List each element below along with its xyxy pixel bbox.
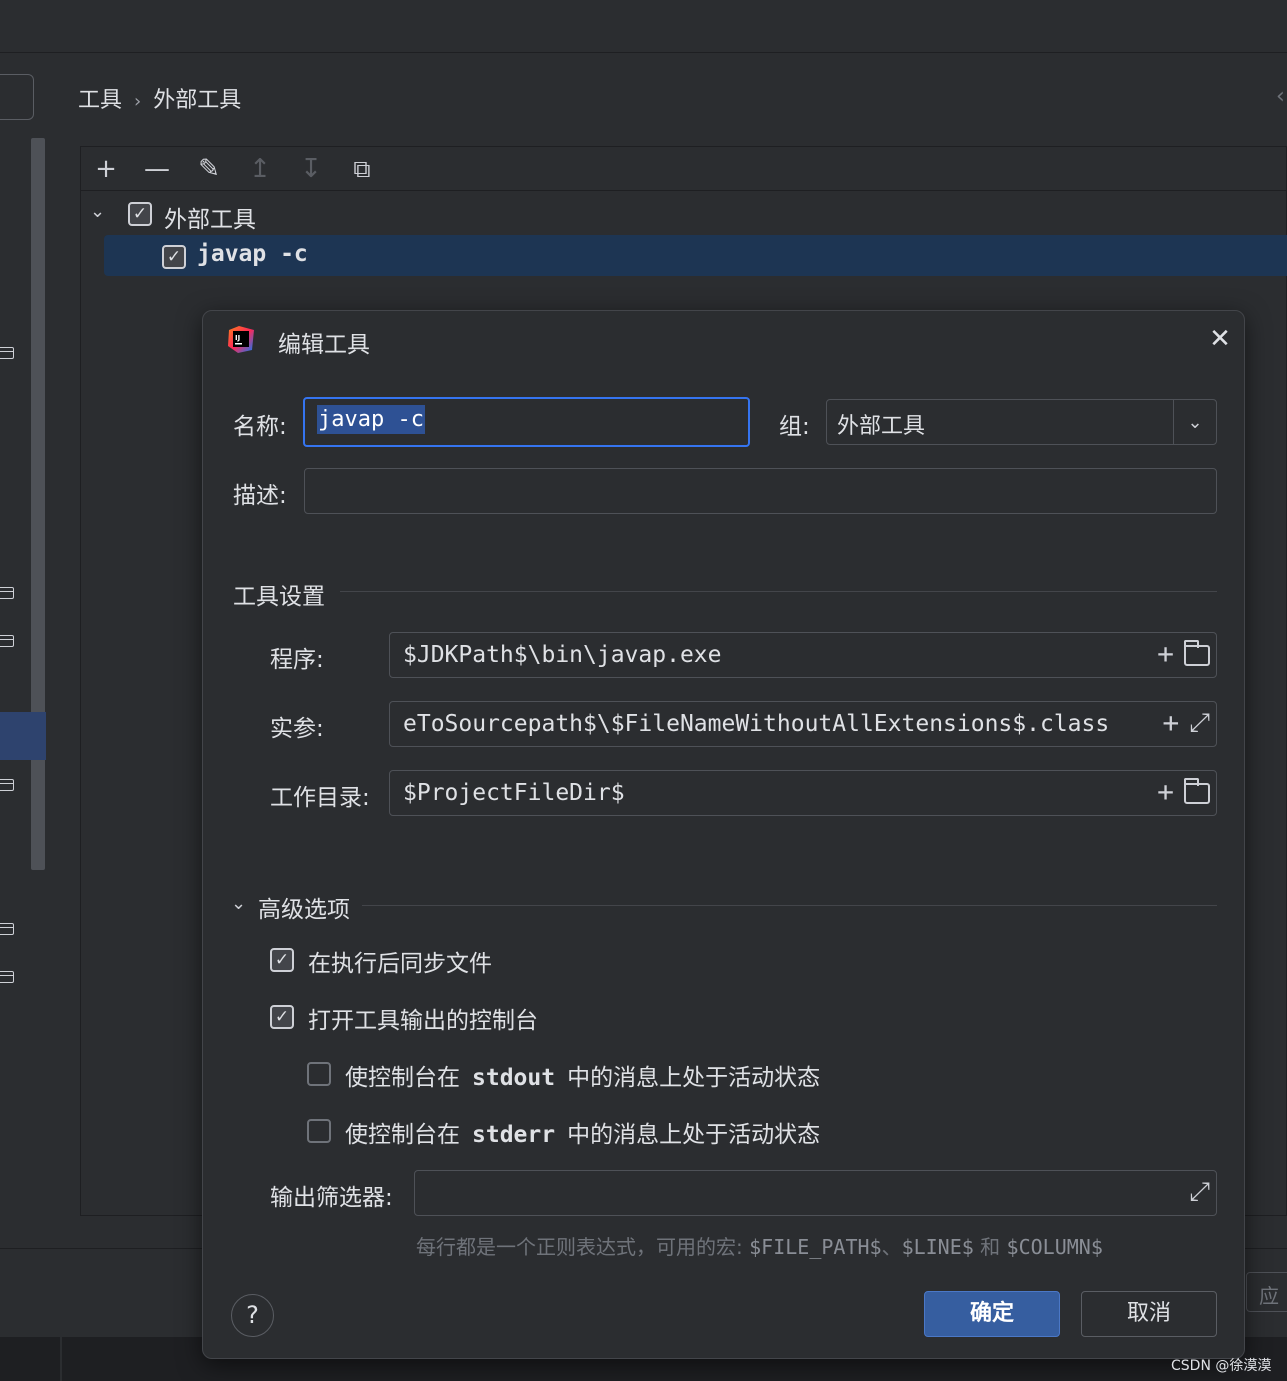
working-dir-field[interactable]: $ProjectFileDir$ + xyxy=(389,770,1217,816)
group-select[interactable]: 外部工具 ⌄ xyxy=(826,399,1217,445)
browse-folder-icon[interactable] xyxy=(1184,640,1210,666)
group-select-value: 外部工具 xyxy=(837,414,926,439)
sidebar-item-icon xyxy=(0,971,14,983)
breadcrumb-current: 外部工具 xyxy=(153,88,242,113)
chevron-down-icon[interactable]: ⌄ xyxy=(1173,400,1216,444)
output-filter-hint: 每行都是一个正则表达式，可用的宏: $FILE_PATH$、$LINE$ 和 $… xyxy=(416,1231,1103,1260)
browse-folder-icon[interactable] xyxy=(1184,778,1210,804)
section-divider xyxy=(362,905,1217,906)
edit-pencil-icon[interactable]: ✎ xyxy=(192,153,226,185)
stdout-suffix: 中的消息上处于活动状态 xyxy=(567,1065,821,1091)
program-field-actions: + xyxy=(1149,639,1210,669)
hint-prefix: 每行都是一个正则表达式，可用的宏: xyxy=(416,1235,743,1259)
sync-files-label[interactable]: 在执行后同步文件 xyxy=(308,944,492,978)
working-dir-value: $ProjectFileDir$ xyxy=(403,780,625,806)
arguments-label: 实参: xyxy=(270,716,324,742)
breadcrumb-separator-icon: › xyxy=(134,91,142,112)
back-arrow-icon[interactable]: ‹ xyxy=(1276,84,1285,109)
sidebar-item-selected[interactable] xyxy=(0,712,46,760)
arguments-value: eToSourcepath$\$FileNameWithoutAllExtens… xyxy=(403,711,1110,737)
expand-icon[interactable]: ⤢ xyxy=(1189,1177,1210,1207)
watermark: CSDN @徐漠漠 xyxy=(1171,1358,1272,1374)
description-field[interactable] xyxy=(304,468,1217,514)
sidebar-item-icon xyxy=(0,587,14,599)
insert-macro-icon[interactable]: + xyxy=(1162,708,1179,738)
move-down-icon[interactable]: ↧ xyxy=(294,153,328,185)
section-divider xyxy=(340,591,1217,592)
description-label: 描述: xyxy=(233,483,287,509)
breadcrumb: 工具 › 外部工具 xyxy=(78,82,241,114)
name-field[interactable]: javap -c xyxy=(303,397,750,447)
stdout-code: stdout xyxy=(472,1065,556,1091)
tree-tool-label[interactable]: javap -c xyxy=(197,241,308,267)
hint-macro-file-path: $FILE_PATH$ xyxy=(749,1235,882,1259)
group-label: 组: xyxy=(779,414,810,440)
insert-macro-icon[interactable]: + xyxy=(1157,639,1174,669)
ok-button[interactable]: 确定 xyxy=(924,1291,1060,1337)
divider xyxy=(60,1337,62,1381)
arguments-field-actions: + ⤢ xyxy=(1154,708,1210,738)
stdout-active-checkbox[interactable] xyxy=(307,1062,331,1086)
open-console-label[interactable]: 打开工具输出的控制台 xyxy=(308,1001,538,1035)
settings-search-input[interactable] xyxy=(0,74,34,120)
program-field[interactable]: $JDKPath$\bin\javap.exe + xyxy=(389,632,1217,678)
hint-and: 和 xyxy=(980,1235,1001,1259)
output-filter-field[interactable]: ⤢ xyxy=(414,1170,1217,1216)
expand-icon[interactable]: ⤢ xyxy=(1189,708,1210,738)
sync-files-checkbox[interactable]: ✓ xyxy=(270,948,294,972)
stderr-active-checkbox[interactable] xyxy=(307,1119,331,1143)
sidebar-item-icon xyxy=(0,635,14,647)
dialog-title: 编辑工具 xyxy=(278,332,370,358)
tool-settings-title: 工具设置 xyxy=(233,584,325,610)
copy-icon[interactable]: ⧉ xyxy=(345,153,379,185)
apply-button[interactable]: 应 xyxy=(1246,1272,1287,1312)
stdout-active-label[interactable]: 使控制台在 stdout 中的消息上处于活动状态 xyxy=(345,1058,820,1092)
title-bar xyxy=(0,0,1287,53)
stdout-prefix: 使控制台在 xyxy=(345,1065,460,1091)
tree-group-label[interactable]: 外部工具 xyxy=(164,200,256,234)
close-icon[interactable]: ✕ xyxy=(1207,326,1233,352)
hint-macro-line: $LINE$ xyxy=(901,1235,974,1259)
output-filter-label: 输出筛选器: xyxy=(270,1185,393,1211)
move-up-icon[interactable]: ↥ xyxy=(243,153,277,185)
help-button[interactable]: ? xyxy=(231,1294,274,1337)
remove-icon[interactable]: — xyxy=(140,153,174,185)
name-label: 名称: xyxy=(233,414,287,440)
name-value: javap -c xyxy=(317,405,425,434)
stderr-code: stderr xyxy=(472,1122,556,1148)
working-dir-label: 工作目录: xyxy=(270,785,370,811)
intellij-logo-icon: IJ xyxy=(228,326,254,353)
stderr-suffix: 中的消息上处于活动状态 xyxy=(567,1122,821,1148)
tool-checkbox[interactable]: ✓ xyxy=(162,245,186,269)
group-checkbox[interactable]: ✓ xyxy=(128,202,152,226)
stderr-active-label[interactable]: 使控制台在 stderr 中的消息上处于活动状态 xyxy=(345,1115,820,1149)
output-filter-actions: ⤢ xyxy=(1181,1177,1210,1207)
svg-text:IJ: IJ xyxy=(235,334,240,342)
advanced-options-title[interactable]: 高级选项 xyxy=(258,890,350,924)
stderr-prefix: 使控制台在 xyxy=(345,1122,460,1148)
working-dir-field-actions: + xyxy=(1149,777,1210,807)
add-icon[interactable]: + xyxy=(89,153,123,185)
chevron-down-icon[interactable]: ⌄ xyxy=(90,201,105,222)
program-value: $JDKPath$\bin\javap.exe xyxy=(403,642,722,668)
hint-separator: 、 xyxy=(881,1235,902,1259)
arguments-field[interactable]: eToSourcepath$\$FileNameWithoutAllExtens… xyxy=(389,701,1217,747)
breadcrumb-parent[interactable]: 工具 xyxy=(78,88,122,113)
insert-macro-icon[interactable]: + xyxy=(1157,777,1174,807)
hint-macro-column: $COLUMN$ xyxy=(1006,1235,1103,1259)
chevron-down-icon[interactable]: ⌄ xyxy=(231,893,246,914)
sidebar-item-icon xyxy=(0,923,14,935)
program-label: 程序: xyxy=(270,647,324,673)
cancel-button[interactable]: 取消 xyxy=(1081,1291,1217,1337)
open-console-checkbox[interactable]: ✓ xyxy=(270,1005,294,1029)
sidebar-scrollbar[interactable] xyxy=(31,138,45,870)
sidebar-item-icon xyxy=(0,779,14,791)
sidebar-item-icon xyxy=(0,347,14,359)
